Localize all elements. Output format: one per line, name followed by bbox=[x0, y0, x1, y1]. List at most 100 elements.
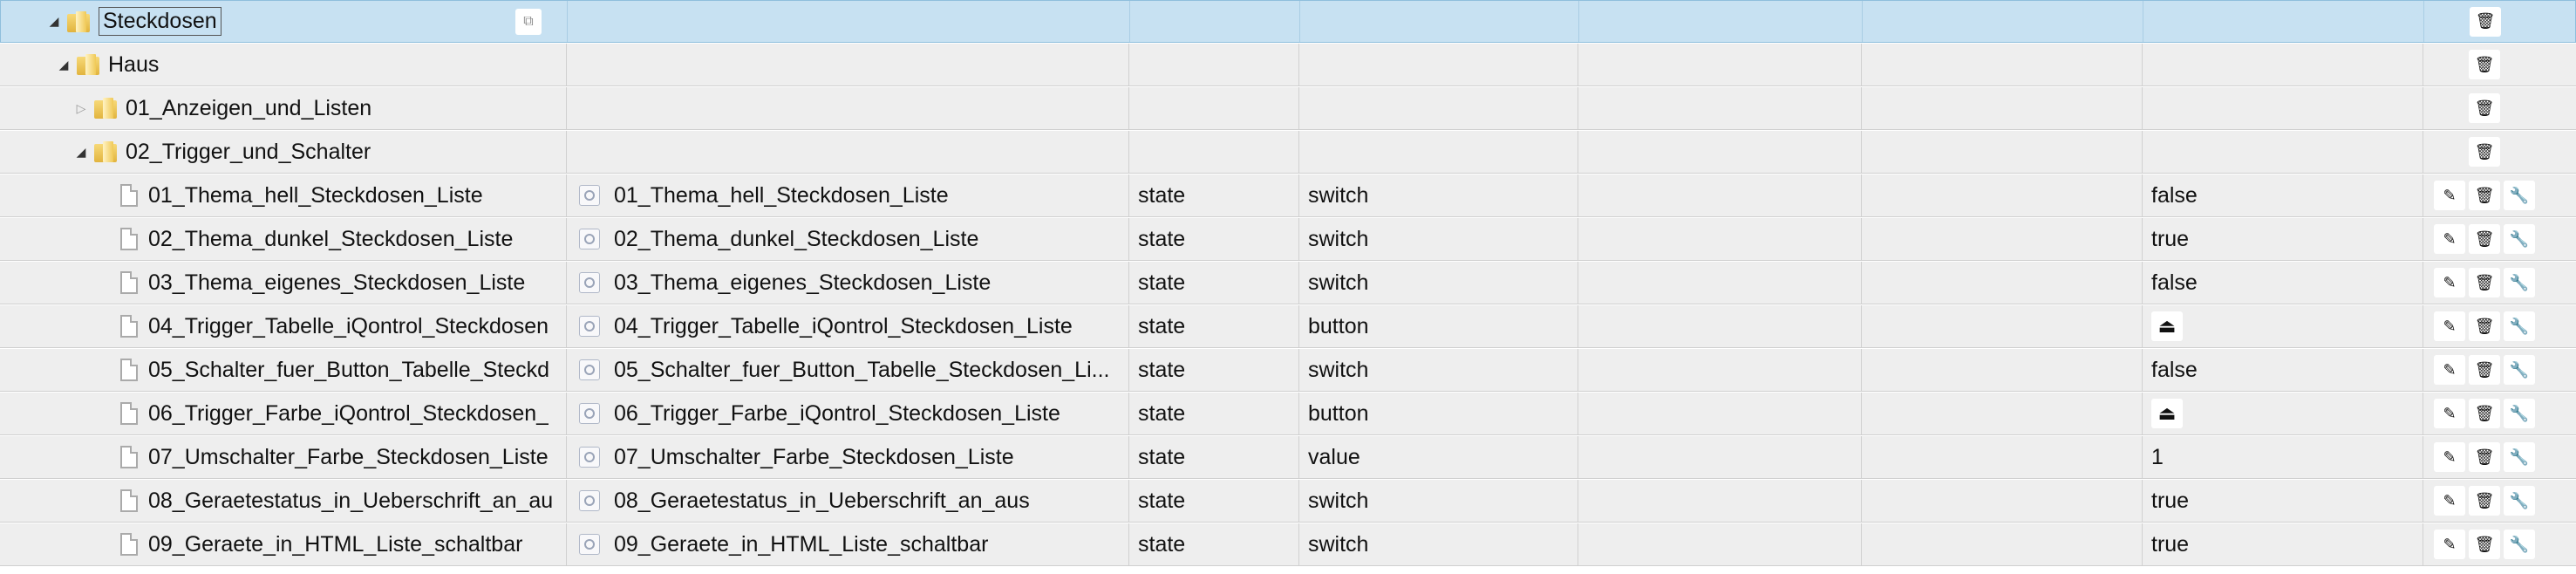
file-icon bbox=[120, 315, 138, 338]
trash-icon[interactable]: 🗑 bbox=[2469, 442, 2500, 472]
wrench-icon[interactable]: 🔧 bbox=[2504, 399, 2535, 428]
value-cell[interactable]: true bbox=[2143, 218, 2423, 260]
state-value[interactable]: false bbox=[2151, 183, 2198, 208]
trash-icon[interactable]: 🗑 bbox=[2469, 50, 2500, 79]
triangle-right-icon[interactable]: ▷ bbox=[72, 99, 91, 118]
state-row[interactable]: 08_Geraetestatus_in_Ueberschrift_an_au 08… bbox=[0, 480, 2576, 523]
state-row[interactable]: 09_Geraete_in_HTML_Liste_schaltbar 09_Ger… bbox=[0, 523, 2576, 566]
value-cell[interactable]: 1 bbox=[2143, 436, 2423, 478]
state-id: 07_Umschalter_Farbe_Steckdosen_Liste bbox=[148, 444, 549, 469]
state-name: 08_Geraetestatus_in_Ueberschrift_an_aus bbox=[614, 488, 1030, 513]
file-icon bbox=[120, 533, 138, 556]
tree-row-folder2[interactable]: ◢ 02_Trigger_und_Schalter 🗑 bbox=[0, 131, 2576, 174]
bell-icon[interactable]: ⏏ bbox=[2151, 311, 2183, 341]
tree-row-root[interactable]: ◢ Steckdosen ⧉ 🗑 bbox=[0, 0, 2576, 43]
role-cell: value bbox=[1299, 436, 1578, 478]
wrench-icon[interactable]: 🔧 bbox=[2504, 181, 2535, 210]
room-cell bbox=[1578, 523, 1862, 565]
state-row[interactable]: 01_Thema_hell_Steckdosen_Liste 01_Thema_h… bbox=[0, 174, 2576, 217]
name-cell: 06_Trigger_Farbe_iQontrol_Steckdosen_ bbox=[0, 393, 567, 434]
state-icon bbox=[579, 490, 600, 511]
pencil-icon[interactable]: ✎ bbox=[2434, 181, 2465, 210]
room-cell bbox=[1578, 305, 1862, 347]
type-cell: state bbox=[1129, 349, 1299, 391]
value-cell[interactable]: ⏏ bbox=[2143, 305, 2423, 347]
wrench-icon[interactable]: 🔧 bbox=[2504, 268, 2535, 297]
trash-icon[interactable]: 🗑 bbox=[2470, 6, 2501, 37]
pencil-icon[interactable]: ✎ bbox=[2434, 530, 2465, 559]
pencil-icon[interactable]: ✎ bbox=[2434, 311, 2465, 341]
state-role: switch bbox=[1308, 226, 1369, 251]
pencil-icon[interactable]: ✎ bbox=[2434, 486, 2465, 516]
value-cell[interactable]: false bbox=[2143, 262, 2423, 304]
pencil-icon[interactable]: ✎ bbox=[2434, 224, 2465, 254]
value-cell[interactable]: true bbox=[2143, 480, 2423, 522]
value-cell[interactable]: false bbox=[2143, 174, 2423, 216]
pencil-icon[interactable]: ✎ bbox=[2434, 442, 2465, 472]
state-role: value bbox=[1308, 444, 1360, 469]
state-type: state bbox=[1138, 226, 1186, 251]
state-value[interactable]: false bbox=[2151, 358, 2198, 383]
function-cell bbox=[1862, 174, 2143, 216]
state-row[interactable]: 07_Umschalter_Farbe_Steckdosen_Liste 07_U… bbox=[0, 436, 2576, 479]
state-row[interactable]: 03_Thema_eigenes_Steckdosen_Liste 03_Them… bbox=[0, 262, 2576, 304]
wrench-icon[interactable]: 🔧 bbox=[2504, 224, 2535, 254]
triangle-down-icon[interactable]: ◢ bbox=[44, 12, 64, 31]
state-value[interactable]: true bbox=[2151, 227, 2189, 252]
pencil-icon[interactable]: ✎ bbox=[2434, 268, 2465, 297]
state-row[interactable]: 04_Trigger_Tabelle_iQontrol_Steckdosen 04… bbox=[0, 305, 2576, 348]
tree-row-folder1[interactable]: ▷ 01_Anzeigen_und_Listen 🗑 bbox=[0, 87, 2576, 130]
room-cell bbox=[1578, 87, 1862, 129]
state-value[interactable]: false bbox=[2151, 270, 2198, 296]
state-name: 01_Thema_hell_Steckdosen_Liste bbox=[614, 182, 949, 208]
wrench-icon[interactable]: 🔧 bbox=[2504, 486, 2535, 516]
state-row[interactable]: 06_Trigger_Farbe_iQontrol_Steckdosen_ 06_… bbox=[0, 393, 2576, 435]
value-cell[interactable]: false bbox=[2143, 349, 2423, 391]
trash-icon[interactable]: 🗑 bbox=[2469, 93, 2500, 123]
state-name: 03_Thema_eigenes_Steckdosen_Liste bbox=[614, 270, 992, 295]
value-cell bbox=[2143, 44, 2423, 85]
copy-icon[interactable]: ⧉ bbox=[515, 9, 542, 35]
wrench-icon[interactable]: 🔧 bbox=[2504, 530, 2535, 559]
role-cell bbox=[1300, 1, 1579, 42]
triangle-down-icon[interactable]: ◢ bbox=[54, 55, 73, 74]
pencil-icon[interactable]: ✎ bbox=[2434, 399, 2465, 428]
trash-icon[interactable]: 🗑 bbox=[2469, 486, 2500, 516]
state-row[interactable]: 05_Schalter_fuer_Button_Tabelle_Steckd 05… bbox=[0, 349, 2576, 392]
name-cell: 03_Thema_eigenes_Steckdosen_Liste bbox=[0, 262, 567, 304]
folder2-name: 02_Trigger_und_Schalter bbox=[126, 139, 371, 164]
file-icon bbox=[120, 446, 138, 468]
state-value[interactable]: true bbox=[2151, 489, 2189, 514]
trash-icon[interactable]: 🗑 bbox=[2469, 181, 2500, 210]
trash-icon[interactable]: 🗑 bbox=[2469, 355, 2500, 385]
state-id: 02_Thema_dunkel_Steckdosen_Liste bbox=[148, 226, 514, 251]
state-id: 08_Geraetestatus_in_Ueberschrift_an_au bbox=[148, 488, 554, 513]
name-cell: ◢ Haus bbox=[0, 44, 567, 85]
trash-icon[interactable]: 🗑 bbox=[2469, 311, 2500, 341]
state-row[interactable]: 02_Thema_dunkel_Steckdosen_Liste 02_Thema… bbox=[0, 218, 2576, 261]
pencil-icon[interactable]: ✎ bbox=[2434, 355, 2465, 385]
triangle-down-icon[interactable]: ◢ bbox=[72, 142, 91, 161]
state-name: 02_Thema_dunkel_Steckdosen_Liste bbox=[614, 226, 979, 251]
bell-icon[interactable]: ⏏ bbox=[2151, 399, 2183, 428]
wrench-icon[interactable]: 🔧 bbox=[2504, 355, 2535, 385]
trash-icon[interactable]: 🗑 bbox=[2469, 399, 2500, 428]
wrench-icon[interactable]: 🔧 bbox=[2504, 311, 2535, 341]
label-cell: 08_Geraetestatus_in_Ueberschrift_an_aus bbox=[567, 480, 1129, 522]
value-cell[interactable]: ⏏ bbox=[2143, 393, 2423, 434]
wrench-icon[interactable]: 🔧 bbox=[2504, 442, 2535, 472]
name-cell: 01_Thema_hell_Steckdosen_Liste bbox=[0, 174, 567, 216]
role-cell bbox=[1299, 87, 1578, 129]
tree-row-haus[interactable]: ◢ Haus 🗑 bbox=[0, 44, 2576, 86]
state-value[interactable]: true bbox=[2151, 532, 2189, 557]
trash-icon[interactable]: 🗑 bbox=[2469, 530, 2500, 559]
state-role: switch bbox=[1308, 488, 1369, 513]
trash-icon[interactable]: 🗑 bbox=[2469, 268, 2500, 297]
type-cell bbox=[1129, 131, 1299, 173]
name-cell: ◢ Steckdosen ⧉ bbox=[1, 1, 568, 42]
label-cell: 09_Geraete_in_HTML_Liste_schaltbar bbox=[567, 523, 1129, 565]
state-value[interactable]: 1 bbox=[2151, 445, 2164, 470]
value-cell[interactable]: true bbox=[2143, 523, 2423, 565]
trash-icon[interactable]: 🗑 bbox=[2469, 137, 2500, 167]
trash-icon[interactable]: 🗑 bbox=[2469, 224, 2500, 254]
